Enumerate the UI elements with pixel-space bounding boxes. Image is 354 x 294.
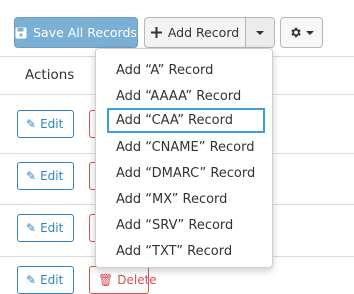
add-record-label: Add Record xyxy=(167,25,240,40)
menu-item-add-aaaa-record[interactable]: Add “AAAA” Record xyxy=(107,84,265,109)
edit-button[interactable]: ✎ Edit xyxy=(17,266,74,294)
edit-label: Edit xyxy=(40,221,64,235)
caret-down-icon xyxy=(306,30,314,35)
caret-down-icon xyxy=(256,30,264,35)
edit-button[interactable]: ✎ Edit xyxy=(17,214,74,242)
add-record-dropdown-menu: Add “A” Record Add “AAAA” Record Add “CA… xyxy=(95,48,273,268)
save-all-records-button[interactable]: Save All Records xyxy=(14,17,138,48)
settings-dropdown-button[interactable] xyxy=(280,17,323,48)
add-record-button-group: Add Record xyxy=(144,17,275,48)
plus-icon xyxy=(150,27,162,38)
edit-button[interactable]: ✎ Edit xyxy=(17,162,74,190)
add-record-button[interactable]: Add Record xyxy=(145,18,245,47)
delete-label: Delete xyxy=(117,273,157,287)
delete-button[interactable]: 🗑 Delete xyxy=(89,266,157,294)
add-record-dropdown-toggle[interactable] xyxy=(245,18,274,47)
menu-item-add-txt-record[interactable]: Add “TXT” Record xyxy=(107,239,265,264)
menu-item-add-a-record[interactable]: Add “A” Record xyxy=(107,58,265,83)
pencil-icon: ✎ xyxy=(26,221,37,235)
save-all-records-label: Save All Records xyxy=(33,25,137,40)
edit-label: Edit xyxy=(40,169,64,183)
floppy-disk-icon xyxy=(15,27,27,38)
menu-item-add-srv-record[interactable]: Add “SRV” Record xyxy=(107,213,265,238)
edit-label: Edit xyxy=(40,117,64,131)
pencil-icon: ✎ xyxy=(26,169,37,183)
edit-label: Edit xyxy=(40,273,64,287)
trash-icon: 🗑 xyxy=(98,273,114,287)
edit-button[interactable]: ✎ Edit xyxy=(17,110,74,138)
pencil-icon: ✎ xyxy=(26,273,37,287)
gear-icon xyxy=(291,27,301,38)
menu-item-add-caa-record[interactable]: Add “CAA” Record xyxy=(107,108,265,133)
menu-item-add-dmarc-record[interactable]: Add “DMARC” Record xyxy=(107,161,265,186)
pencil-icon: ✎ xyxy=(26,117,37,131)
menu-item-add-cname-record[interactable]: Add “CNAME” Record xyxy=(107,135,265,160)
menu-item-add-mx-record[interactable]: Add “MX” Record xyxy=(107,187,265,212)
actions-column-header: Actions xyxy=(25,67,75,83)
